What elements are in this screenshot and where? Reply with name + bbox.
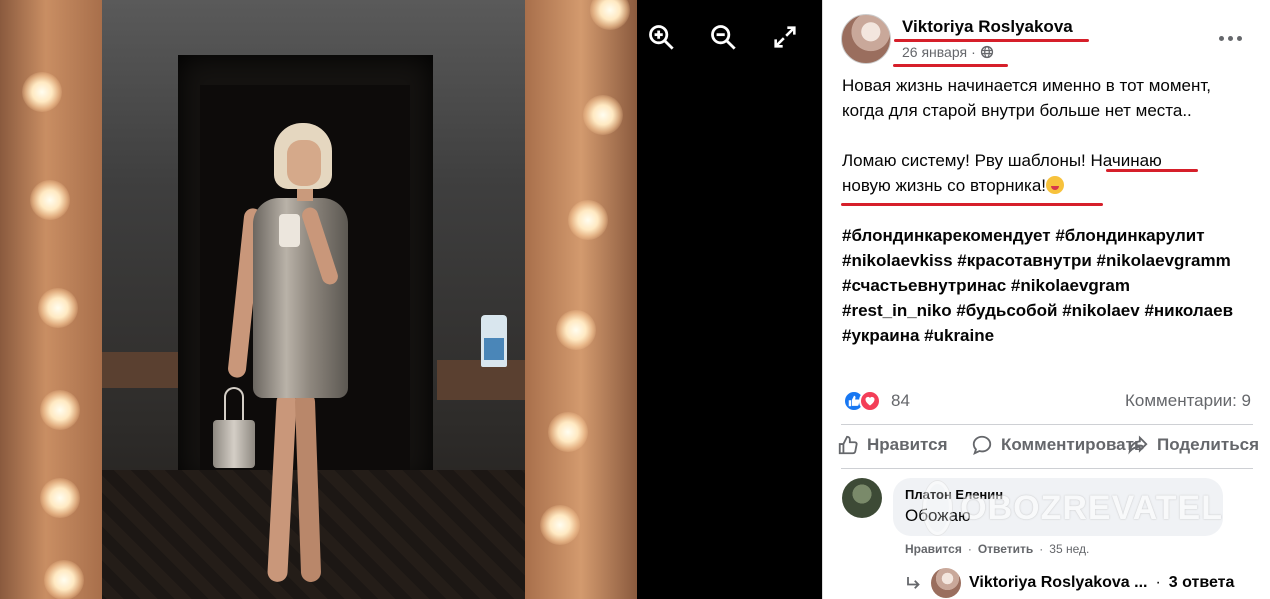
- red-underline-text: [1106, 169, 1198, 172]
- comment-reply-link[interactable]: Ответить: [978, 542, 1033, 556]
- fullscreen-icon[interactable]: [770, 22, 800, 52]
- reply-arrow-icon: [907, 577, 920, 589]
- reply-author-name[interactable]: Viktoriya Roslyakova ...: [969, 574, 1147, 592]
- post-text: Новая жизнь начинается именно в тот моме…: [842, 73, 1262, 198]
- hashtag-line[interactable]: #украина #ukraine: [842, 323, 1267, 348]
- post-date[interactable]: 26 января: [902, 44, 967, 60]
- reaction-count: 84: [891, 391, 910, 410]
- hashtag-line[interactable]: #блондинкарекомендует #блондинкарулит: [842, 223, 1267, 248]
- divider: [841, 468, 1253, 469]
- comment-label: Комментировать: [1001, 435, 1145, 454]
- viewer-toolbar: [646, 22, 800, 52]
- meta-separator: ·: [971, 44, 976, 60]
- post-actions: Нравится Комментировать Поделиться: [837, 434, 1270, 462]
- commenter-avatar[interactable]: [842, 478, 882, 518]
- replies-preview[interactable]: Viktoriya Roslyakova ... · 3 ответа: [905, 568, 1234, 598]
- author-name[interactable]: Viktoriya Roslyakova: [902, 17, 1073, 37]
- mirror-frame-right: [525, 0, 637, 599]
- red-underline-date: [893, 64, 1008, 67]
- reactions-summary[interactable]: 84: [843, 390, 910, 412]
- photo-viewer: [0, 0, 822, 599]
- reply-author-avatar: [931, 568, 961, 598]
- post-text-line: Ломаю систему! Рву шаблоны! Начинаю: [842, 151, 1162, 170]
- comments-count[interactable]: Комментарии: 9: [1125, 391, 1251, 411]
- hashtag-line[interactable]: #rest_in_niko #будьсобой #nikolaev #нико…: [842, 298, 1267, 323]
- thumbs-up-icon: [838, 435, 858, 455]
- post-text-line: новую жизнь со вторника!: [842, 176, 1047, 195]
- share-arrow-icon: [1128, 435, 1148, 455]
- share-label: Поделиться: [1157, 435, 1260, 454]
- globe-icon: [980, 45, 994, 59]
- comment-bubble-icon: [972, 435, 992, 455]
- hashtag-line[interactable]: #nikolaevkiss #красотавнутри #nikolaevgr…: [842, 248, 1267, 273]
- post-text-line-with-emoji: новую жизнь со вторника!: [842, 173, 1262, 198]
- zoom-out-icon[interactable]: [708, 22, 738, 52]
- comment-button[interactable]: Комментировать: [971, 434, 1144, 456]
- hashtags: #блондинкарекомендует #блондинкарулит #n…: [842, 223, 1267, 348]
- more-options-icon[interactable]: [1215, 26, 1245, 50]
- laughing-emoji-icon: [1046, 176, 1065, 194]
- comment-like-link[interactable]: Нравится: [905, 542, 962, 556]
- red-underline-text: [841, 203, 1103, 206]
- divider: [841, 424, 1253, 425]
- watermark-logo-icon: [923, 481, 953, 535]
- share-button[interactable]: Поделиться: [1127, 434, 1259, 456]
- love-reaction-icon: [859, 390, 881, 412]
- post-meta: 26 января ·: [902, 44, 994, 60]
- replies-count[interactable]: 3 ответа: [1169, 574, 1235, 592]
- person-figure: [253, 198, 348, 398]
- post-text-line: Новая жизнь начинается именно в тот моме…: [842, 76, 1211, 95]
- hashtag-line[interactable]: #счастьевнутринас #nikolaevgram: [842, 273, 1267, 298]
- watermark-text: OBOZREVATEL: [960, 488, 1223, 527]
- author-avatar[interactable]: [841, 14, 891, 64]
- post-panel: Viktoriya Roslyakova 26 января · Новая ж…: [822, 0, 1270, 599]
- zoom-in-icon[interactable]: [646, 22, 676, 52]
- obozrevatel-watermark: OBOZREVATEL: [923, 480, 1223, 536]
- post-photo[interactable]: [0, 0, 637, 599]
- red-underline-name: [894, 39, 1089, 42]
- comment-meta: Нравится · Ответить · 35 нед.: [905, 542, 1090, 556]
- comment-time: 35 нед.: [1049, 542, 1090, 556]
- like-label: Нравится: [867, 435, 948, 454]
- like-button[interactable]: Нравится: [837, 434, 948, 456]
- post-text-line: когда для старой внутри больше нет места…: [842, 101, 1192, 120]
